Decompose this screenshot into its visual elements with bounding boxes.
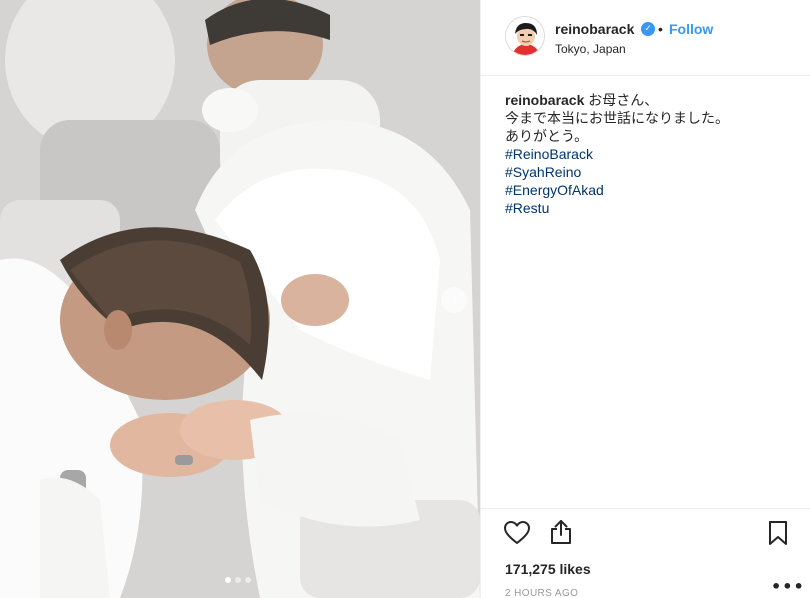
hashtag-link[interactable]: #Restu: [505, 199, 795, 217]
carousel-dot: [235, 577, 241, 583]
post-header: reinobarack ✓ • Follow Tokyo, Japan: [481, 0, 810, 76]
carousel-next-button[interactable]: ›: [441, 287, 467, 313]
like-button[interactable]: [503, 520, 531, 551]
more-options-icon[interactable]: •••: [771, 577, 805, 596]
heart-icon: [504, 521, 530, 544]
share-button[interactable]: [549, 519, 573, 550]
verified-badge-icon: ✓: [641, 22, 655, 36]
avatar[interactable]: [505, 16, 545, 56]
hashtag-link[interactable]: #EnergyOfAkad: [505, 181, 795, 199]
caption-line: お母さん、: [588, 92, 659, 108]
post-timestamp[interactable]: 2 HOURS AGO: [505, 588, 578, 598]
like-count[interactable]: 171,275 likes: [505, 561, 591, 577]
carousel-indicator: [225, 577, 251, 583]
caption-username-link[interactable]: reinobarack: [505, 92, 584, 108]
caption-line: ありがとう。: [505, 128, 589, 144]
share-icon: [551, 520, 571, 544]
carousel-dot: [245, 577, 251, 583]
follow-button[interactable]: Follow: [669, 21, 713, 37]
hashtag-link[interactable]: #SyahReino: [505, 163, 795, 181]
bookmark-icon: [769, 521, 787, 545]
location-link[interactable]: Tokyo, Japan: [555, 42, 626, 56]
post-caption: reinobarack お母さん、 今まで本当にお世話になりました。 ありがとう…: [505, 91, 795, 217]
caption-line: 今まで本当にお世話になりました。: [505, 110, 729, 126]
avatar-illustration: [506, 17, 544, 55]
save-button[interactable]: [767, 520, 789, 551]
hashtag-link[interactable]: #ReinoBarack: [505, 145, 795, 163]
username-link[interactable]: reinobarack: [555, 21, 634, 37]
post-actions: 171,275 likes 2 HOURS AGO •••: [481, 508, 810, 598]
carousel-dot-active: [225, 577, 231, 583]
post-photo[interactable]: ›: [0, 0, 480, 598]
chevron-right-icon: ›: [452, 290, 458, 309]
photo-illustration: [0, 0, 480, 598]
header-separator: •: [658, 21, 663, 37]
post-side-panel: reinobarack ✓ • Follow Tokyo, Japan rein…: [480, 0, 810, 598]
